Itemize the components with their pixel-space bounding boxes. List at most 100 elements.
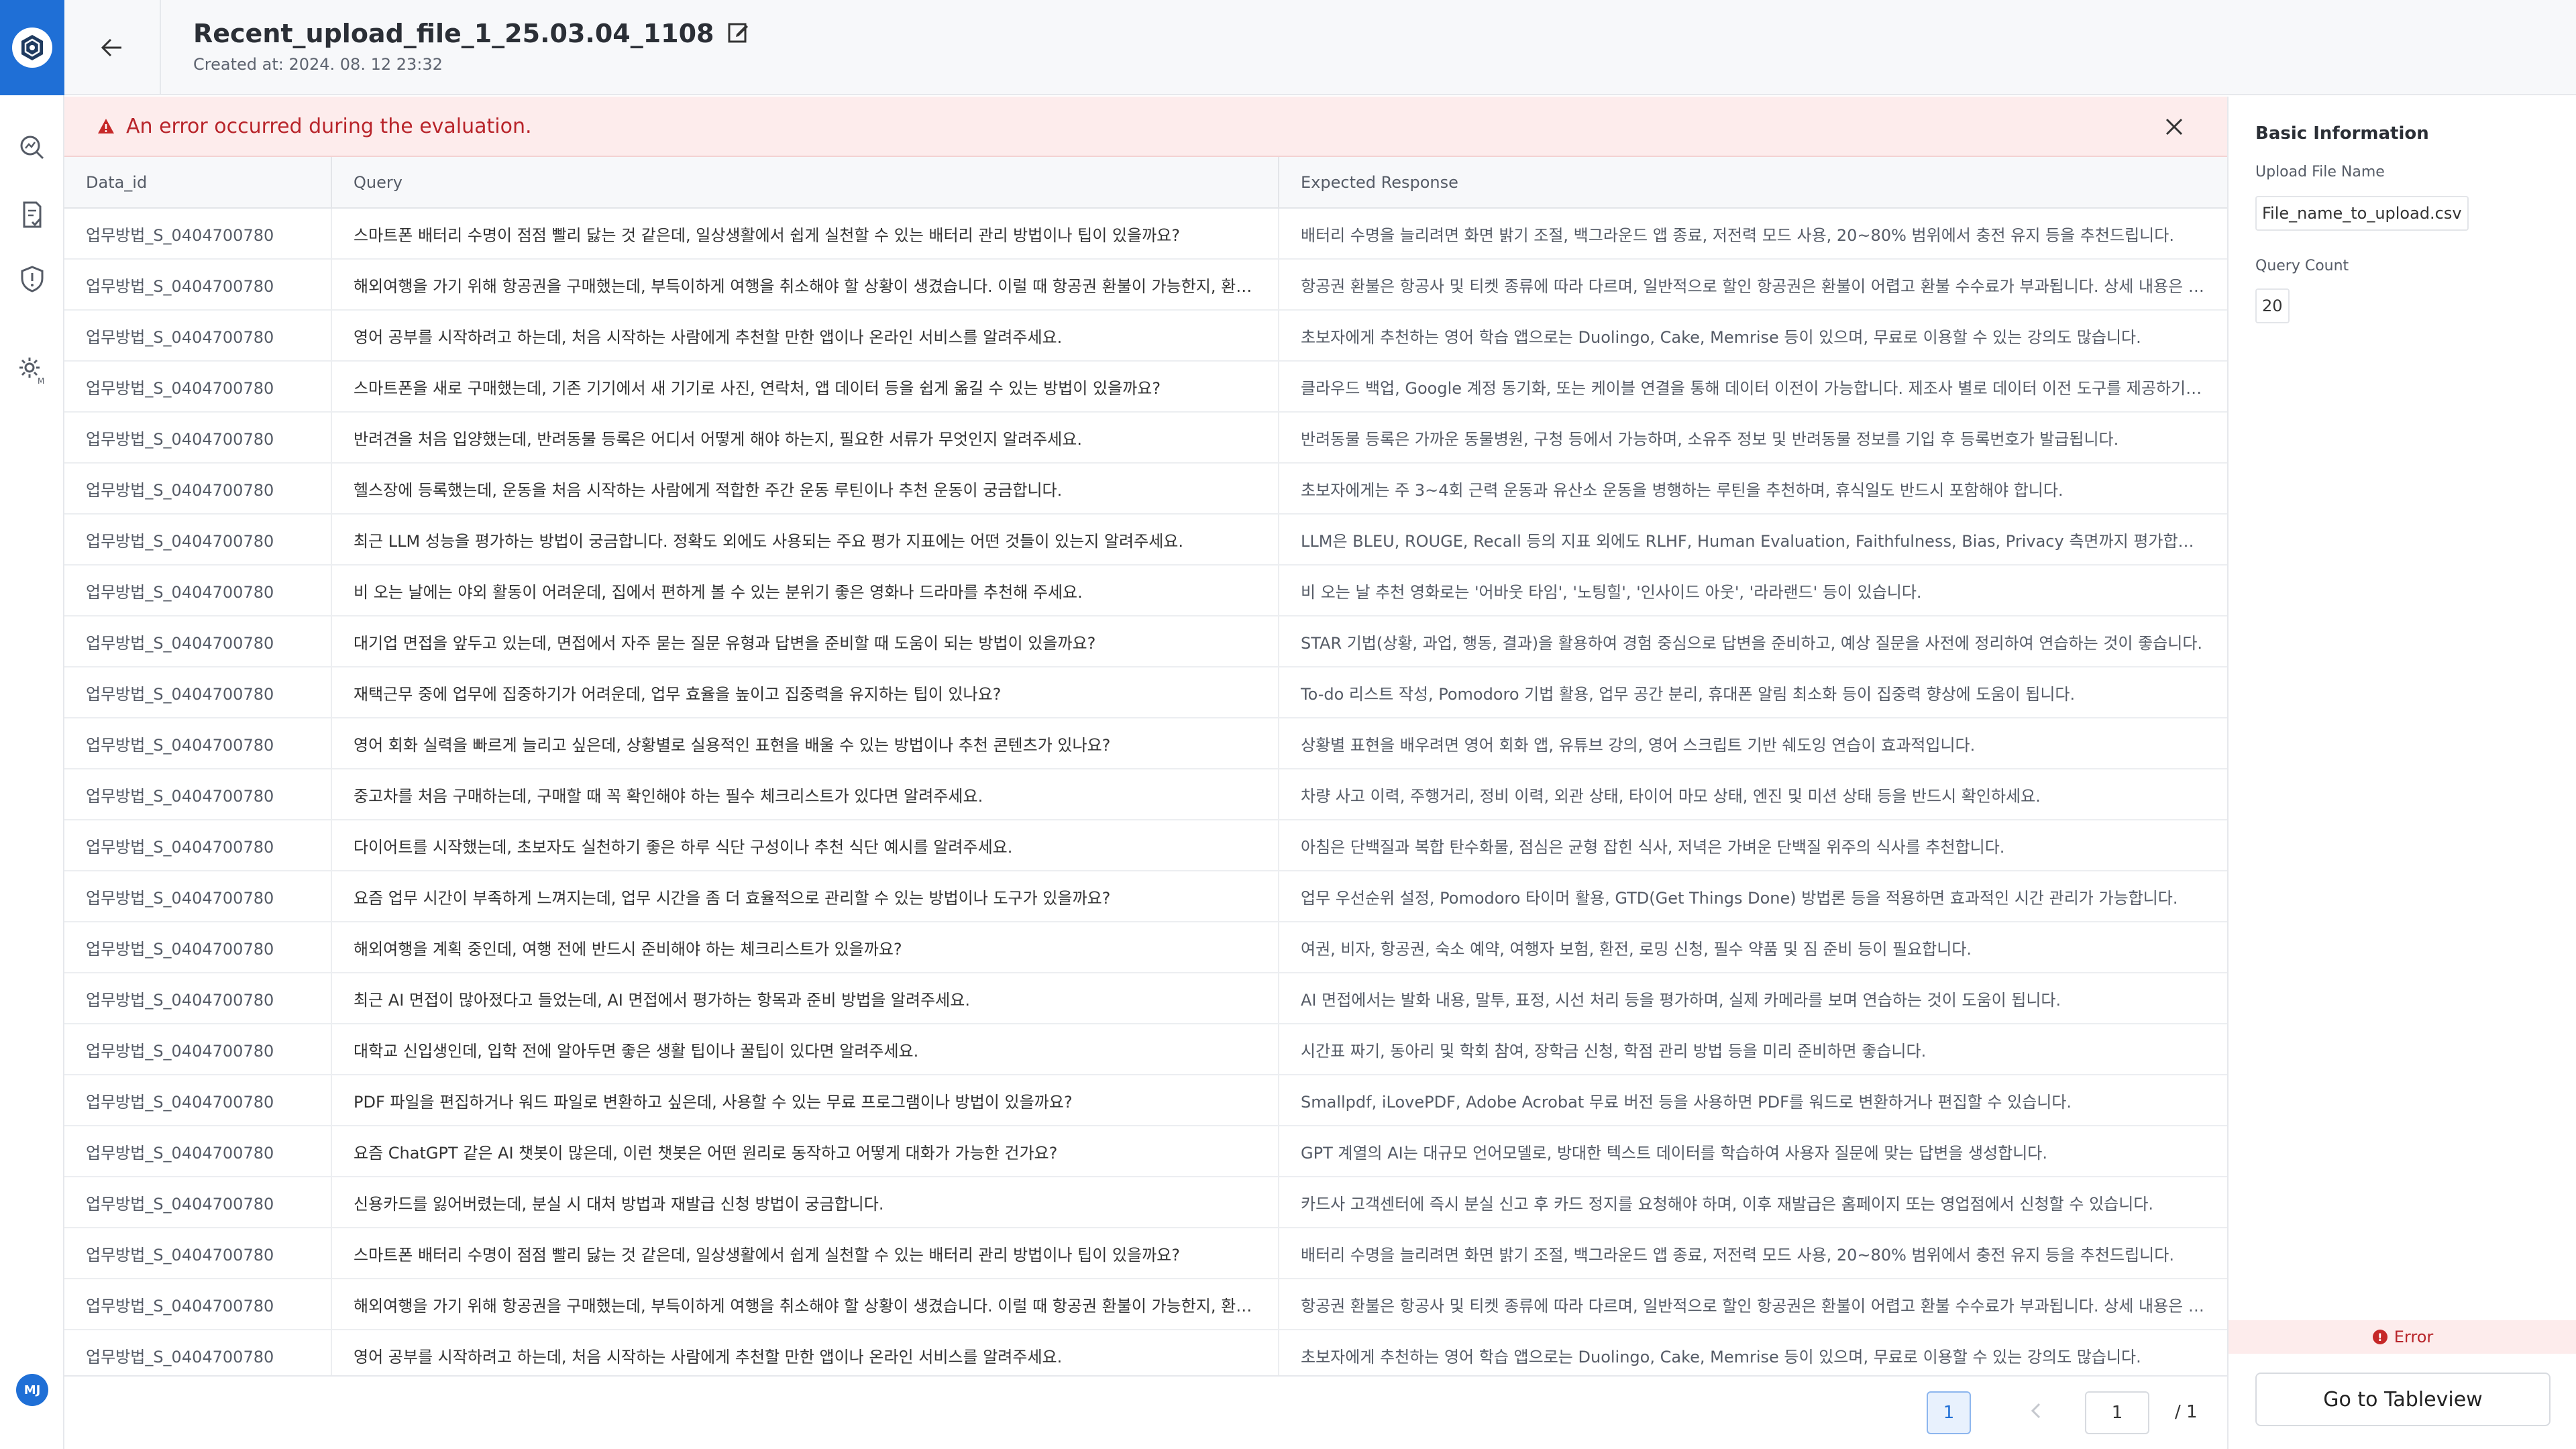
column-header-query[interactable]: Query [331, 157, 1279, 209]
table-row[interactable]: 업무방법_S_0404700780 해외여행을 가기 위해 항공권을 구매했는데,… [64, 1279, 2227, 1330]
cell-expected-response: 항공권 환불은 항공사 및 티켓 종류에 따라 다르며, 일반적으로 할인 항공… [1279, 1279, 2227, 1330]
logo-icon [12, 28, 52, 68]
page-total: / 1 [2175, 1402, 2198, 1422]
page-number-current[interactable]: 1 [1927, 1391, 1971, 1434]
cell-expected-response: GPT 계열의 AI는 대규모 언어모델로, 방대한 텍스트 데이터를 학습하여… [1279, 1126, 2227, 1177]
column-header-data-id[interactable]: Data_id [64, 157, 332, 209]
cell-query: 반려견을 처음 입양했는데, 반려동물 등록은 어디서 어떻게 해야 하는지, … [331, 412, 1279, 464]
left-rail: M MJ [0, 0, 64, 1449]
analytics-icon[interactable] [16, 131, 48, 164]
cell-data-id: 업무방법_S_0404700780 [64, 871, 332, 922]
shield-icon[interactable] [16, 263, 48, 295]
cell-data-id: 업무방법_S_0404700780 [64, 820, 332, 871]
settings-icon[interactable]: M [16, 354, 48, 386]
back-button[interactable] [64, 0, 161, 95]
cell-data-id: 업무방법_S_0404700780 [64, 565, 332, 616]
close-icon[interactable] [2161, 114, 2187, 140]
table-row[interactable]: 업무방법_S_0404700780 스마트폰을 새로 구매했는데, 기존 기기에서… [64, 361, 2227, 413]
cell-expected-response: 반려동물 등록은 가까운 동물병원, 구청 등에서 가능하며, 소유주 정보 및… [1279, 412, 2227, 464]
table-row[interactable]: 업무방법_S_0404700780 신용카드를 잃어버렸는데, 분실 시 대처 방… [64, 1177, 2227, 1228]
warning-icon [98, 119, 114, 133]
cell-query: 스마트폰 배터리 수명이 점점 빨리 닳는 것 같은데, 일상생활에서 쉽게 실… [331, 1228, 1279, 1279]
table-row[interactable]: 업무방법_S_0404700780 대학교 신입생인데, 입학 전에 알아두면 좋… [64, 1024, 2227, 1075]
table-row[interactable]: 업무방법_S_0404700780 반려견을 처음 입양했는데, 반려동물 등록은… [64, 412, 2227, 464]
cell-data-id: 업무방법_S_0404700780 [64, 463, 332, 515]
table-row[interactable]: 업무방법_S_0404700780 헬스장에 등록했는데, 운동을 처음 시작하는… [64, 463, 2227, 515]
cell-query: 해외여행을 가기 위해 항공권을 구매했는데, 부득이하게 여행을 취소해야 할… [331, 259, 1279, 311]
table-row[interactable]: 업무방법_S_0404700780 대기업 면접을 앞두고 있는데, 면접에서 자… [64, 616, 2227, 667]
user-avatar[interactable]: MJ [16, 1374, 48, 1406]
page-input[interactable]: 1 [2085, 1391, 2149, 1434]
table-row[interactable]: 업무방법_S_0404700780 최근 AI 면접이 많아졌다고 들었는데, A… [64, 973, 2227, 1024]
cell-expected-response: 초보자에게 추천하는 영어 학습 앱으로는 Duolingo, Cake, Me… [1279, 310, 2227, 362]
table-row[interactable]: 업무방법_S_0404700780 스마트폰 배터리 수명이 점점 빨리 닳는 것… [64, 1228, 2227, 1279]
cell-query: 영어 공부를 시작하려고 하는데, 처음 시작하는 사람에게 추천할 만한 앱이… [331, 1330, 1279, 1375]
cell-expected-response: 배터리 수명을 늘리려면 화면 밝기 조절, 백그라운드 앱 종료, 저전력 모… [1279, 1228, 2227, 1279]
cell-expected-response: 차량 사고 이력, 주행거리, 정비 이력, 외관 상태, 타이어 마모 상태,… [1279, 769, 2227, 820]
svg-text:M: M [38, 376, 44, 385]
cell-query: 해외여행을 가기 위해 항공권을 구매했는데, 부득이하게 여행을 취소해야 할… [331, 1279, 1279, 1330]
table-row[interactable]: 업무방법_S_0404700780 PDF 파일을 편집하거나 워드 파일로 변환… [64, 1075, 2227, 1126]
cell-expected-response: 시간표 짜기, 동아리 및 학회 참여, 장학금 신청, 학점 관리 방법 등을… [1279, 1024, 2227, 1075]
file-name-value: File_name_to_upload.csv [2255, 196, 2469, 231]
table-row[interactable]: 업무방법_S_0404700780 영어 공부를 시작하려고 하는데, 처음 시작… [64, 310, 2227, 362]
cell-expected-response: 여권, 비자, 항공권, 숙소 예약, 여행자 보험, 환전, 로밍 신청, 필… [1279, 922, 2227, 973]
cell-query: 신용카드를 잃어버렸는데, 분실 시 대처 방법과 재발급 신청 방법이 궁금합… [331, 1177, 1279, 1228]
query-count-value: 20 [2255, 288, 2290, 323]
column-header-expected-response[interactable]: Expected Response [1279, 157, 2227, 209]
table-row[interactable]: 업무방법_S_0404700780 해외여행을 계획 중인데, 여행 전에 반드시… [64, 922, 2227, 973]
edit-icon[interactable] [726, 19, 751, 48]
cell-query: 비 오는 날에는 야외 활동이 어려운데, 집에서 편하게 볼 수 있는 분위기… [331, 565, 1279, 616]
table-row[interactable]: 업무방법_S_0404700780 최근 LLM 성능을 평가하는 방법이 궁금합… [64, 514, 2227, 566]
cell-query: 재택근무 중에 업무에 집중하기가 어려운데, 업무 효율을 높이고 집중력을 … [331, 667, 1279, 718]
table-row[interactable]: 업무방법_S_0404700780 요즘 ChatGPT 같은 AI 챗봇이 많은… [64, 1126, 2227, 1177]
cell-expected-response: 아침은 단백질과 복합 탄수화물, 점심은 균형 잡힌 식사, 저녁은 가벼운 … [1279, 820, 2227, 871]
table-row[interactable]: 업무방법_S_0404700780 다이어트를 시작했는데, 초보자도 실천하기 … [64, 820, 2227, 871]
chevron-left-icon[interactable] [2026, 1401, 2046, 1421]
cell-query: 최근 LLM 성능을 평가하는 방법이 궁금합니다. 정확도 외에도 사용되는 … [331, 514, 1279, 566]
pagination: 1 1 / 1 [64, 1375, 2227, 1449]
page-header: Recent_upload_file_1_25.03.04_1108 Creat… [64, 0, 2576, 95]
cell-query: 대학교 신입생인데, 입학 전에 알아두면 좋은 생활 팁이나 꿀팁이 있다면 … [331, 1024, 1279, 1075]
cell-expected-response: AI 면접에서는 발화 내용, 말투, 표정, 시선 처리 등을 평가하며, 실… [1279, 973, 2227, 1024]
status-text: Error [2394, 1328, 2434, 1346]
cell-expected-response: 항공권 환불은 항공사 및 티켓 종류에 따라 다르며, 일반적으로 할인 항공… [1279, 259, 2227, 311]
cell-query: 스마트폰 배터리 수명이 점점 빨리 닳는 것 같은데, 일상생활에서 쉽게 실… [331, 208, 1279, 260]
table-row[interactable]: 업무방법_S_0404700780 요즘 업무 시간이 부족하게 느껴지는데, 업… [64, 871, 2227, 922]
table-row[interactable]: 업무방법_S_0404700780 스마트폰 배터리 수명이 점점 빨리 닳는 것… [64, 208, 2227, 260]
table-row[interactable]: 업무방법_S_0404700780 해외여행을 가기 위해 항공권을 구매했는데,… [64, 259, 2227, 311]
cell-query: 영어 공부를 시작하려고 하는데, 처음 시작하는 사람에게 추천할 만한 앱이… [331, 310, 1279, 362]
cell-data-id: 업무방법_S_0404700780 [64, 259, 332, 311]
created-at: Created at: 2024. 08. 12 23:32 [193, 55, 443, 74]
cell-expected-response: 업무 우선순위 설정, Pomodoro 타이머 활용, GTD(Get Thi… [1279, 871, 2227, 922]
table-header-row: Data_id Query Expected Response [64, 157, 2227, 209]
data-table: Data_id Query Expected Response 업무방법_S_0… [64, 157, 2227, 1375]
cell-data-id: 업무방법_S_0404700780 [64, 616, 332, 667]
cell-expected-response: LLM은 BLEU, ROUGE, Recall 등의 지표 외에도 RLHF,… [1279, 514, 2227, 566]
table-row[interactable]: 업무방법_S_0404700780 재택근무 중에 업무에 집중하기가 어려운데,… [64, 667, 2227, 718]
cell-expected-response: 카드사 고객센터에 즉시 분실 신고 후 카드 정지를 요청해야 하며, 이후 … [1279, 1177, 2227, 1228]
cell-query: 중고차를 처음 구매하는데, 구매할 때 꼭 확인해야 하는 필수 체크리스트가… [331, 769, 1279, 820]
table-row[interactable]: 업무방법_S_0404700780 중고차를 처음 구매하는데, 구매할 때 꼭 … [64, 769, 2227, 820]
cell-query: 다이어트를 시작했는데, 초보자도 실천하기 좋은 하루 식단 구성이나 추천 … [331, 820, 1279, 871]
cell-query: 요즘 업무 시간이 부족하게 느껴지는데, 업무 시간을 좀 더 효율적으로 관… [331, 871, 1279, 922]
cell-data-id: 업무방법_S_0404700780 [64, 208, 332, 260]
cell-data-id: 업무방법_S_0404700780 [64, 1024, 332, 1075]
app-logo[interactable] [0, 0, 64, 95]
go-to-tableview-button[interactable]: Go to Tableview [2255, 1373, 2551, 1426]
query-count-label: Query Count [2255, 258, 2349, 274]
table-row[interactable]: 업무방법_S_0404700780 영어 회화 실력을 빠르게 늘리고 싶은데, … [64, 718, 2227, 769]
table-row[interactable]: 업무방법_S_0404700780 비 오는 날에는 야외 활동이 어려운데, 집… [64, 565, 2227, 616]
cell-data-id: 업무방법_S_0404700780 [64, 718, 332, 769]
document-check-icon[interactable] [16, 199, 48, 231]
cell-data-id: 업무방법_S_0404700780 [64, 1126, 332, 1177]
cell-data-id: 업무방법_S_0404700780 [64, 973, 332, 1024]
table-row[interactable]: 업무방법_S_0404700780 영어 공부를 시작하려고 하는데, 처음 시작… [64, 1330, 2227, 1375]
error-message: An error occurred during the evaluation. [126, 114, 532, 138]
cell-query: 영어 회화 실력을 빠르게 늘리고 싶은데, 상황별로 실용적인 표현을 배울 … [331, 718, 1279, 769]
cell-query: 스마트폰을 새로 구매했는데, 기존 기기에서 새 기기로 사진, 연락처, 앱… [331, 361, 1279, 413]
cell-query: 요즘 ChatGPT 같은 AI 챗봇이 많은데, 이런 챗봇은 어떤 원리로 … [331, 1126, 1279, 1177]
cell-expected-response: 배터리 수명을 늘리려면 화면 밝기 조절, 백그라운드 앱 종료, 저전력 모… [1279, 208, 2227, 260]
cell-query: 해외여행을 계획 중인데, 여행 전에 반드시 준비해야 하는 체크리스트가 있… [331, 922, 1279, 973]
cell-data-id: 업무방법_S_0404700780 [64, 514, 332, 566]
